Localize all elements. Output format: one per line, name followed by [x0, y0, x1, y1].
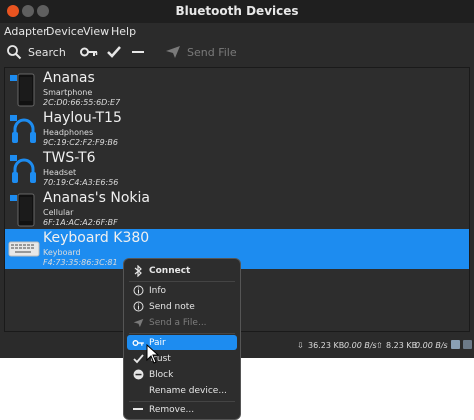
- menu-connect[interactable]: Connect: [127, 263, 237, 278]
- key-icon: [130, 339, 146, 347]
- device-row[interactable]: TWS-T6 Headset 70:19:C4:A3:E6:56: [5, 149, 469, 189]
- device-address: 9C:19:C2:F2:F9:B6: [43, 138, 118, 147]
- key-icon: [80, 47, 98, 57]
- device-name: Haylou-T15: [43, 110, 122, 126]
- menu-send-note-label: Send note: [149, 301, 195, 312]
- device-type: Cellular: [43, 208, 74, 217]
- device-address: 2C:D0:66:55:6D:E7: [43, 98, 121, 107]
- send-icon: [130, 318, 146, 328]
- menu-send-file-label: Send a File...: [149, 317, 207, 328]
- info-icon: [130, 301, 146, 312]
- menu-block-label: Block: [149, 369, 174, 380]
- info-icon: [130, 285, 146, 296]
- device-address: 6F:1A:AC:A2:6F:BF: [43, 218, 118, 227]
- upload-rate: 0.00 B/s: [415, 341, 448, 350]
- block-icon: [130, 369, 146, 380]
- send-icon: [166, 46, 180, 58]
- device-type: Smartphone: [43, 88, 93, 97]
- device-address: F4:73:35:86:3C:81: [43, 258, 118, 267]
- upload-arrow-icon: ⇧: [376, 341, 383, 350]
- cellphone-icon: [10, 193, 35, 227]
- search-label: Search: [28, 45, 66, 59]
- toolbar: Search Send File: [0, 39, 474, 65]
- download-rate: 0.00 B/s: [344, 341, 377, 350]
- adapter-status-icon[interactable]: [451, 340, 460, 351]
- bluetooth-icon: [130, 264, 146, 277]
- menu-send-file[interactable]: Send a File...: [127, 315, 237, 330]
- menu-adapter[interactable]: Adapter: [4, 25, 48, 38]
- smartphone-icon: [10, 73, 35, 107]
- device-row[interactable]: Ananas Smartphone 2C:D0:66:55:6D:E7: [5, 69, 469, 109]
- pair-toolbar-button[interactable]: [80, 43, 98, 61]
- device-row[interactable]: Haylou-T15 Headphones 9C:19:C2:F2:F9:B6: [5, 109, 469, 149]
- mouse-cursor-icon: [146, 344, 160, 364]
- menu-send-note[interactable]: Send note: [127, 299, 237, 314]
- menu-info-label: Info: [149, 285, 167, 296]
- menu-separator: [129, 333, 235, 334]
- keyboard-icon: [8, 241, 40, 257]
- menu-rename-label: Rename device...: [149, 385, 227, 396]
- search-icon: [7, 45, 22, 60]
- menu-rename[interactable]: Rename device...: [127, 383, 237, 398]
- device-type: Keyboard: [43, 248, 81, 257]
- checkmark-icon: [107, 46, 121, 58]
- download-total: 36.23 KB: [308, 341, 345, 350]
- minus-icon: [130, 408, 146, 411]
- headset-icon: [10, 155, 36, 183]
- remove-toolbar-button[interactable]: [131, 43, 145, 61]
- checkmark-icon: [130, 353, 146, 364]
- menu-block[interactable]: Block: [127, 367, 237, 382]
- window-title: Bluetooth Devices: [175, 4, 299, 18]
- menu-device[interactable]: Device: [46, 25, 84, 38]
- device-name: Ananas's Nokia: [43, 190, 150, 206]
- network-icon[interactable]: [463, 340, 472, 351]
- send-file-label: Send File: [187, 45, 237, 59]
- title-bar: Bluetooth Devices: [0, 0, 474, 23]
- device-name: TWS-T6: [43, 150, 96, 166]
- menu-trust[interactable]: Trust: [127, 351, 237, 366]
- menu-bar: Adapter Device View Help: [0, 23, 474, 39]
- device-context-menu: Connect Info Send note Send a File... Pa…: [123, 258, 241, 420]
- trust-toolbar-button[interactable]: [106, 43, 122, 61]
- device-row[interactable]: Ananas's Nokia Cellular 6F:1A:AC:A2:6F:B…: [5, 189, 469, 229]
- menu-view[interactable]: View: [83, 25, 109, 38]
- menu-pair[interactable]: Pair: [127, 335, 237, 350]
- menu-help[interactable]: Help: [111, 25, 136, 38]
- menu-remove[interactable]: Remove...: [127, 402, 237, 417]
- device-address: 70:19:C4:A3:E6:56: [43, 178, 119, 187]
- minus-icon: [132, 51, 144, 53]
- menu-separator: [129, 281, 235, 282]
- device-name: Keyboard K380: [43, 230, 150, 246]
- search-button[interactable]: Search: [6, 43, 66, 61]
- headphones-icon: [10, 115, 36, 143]
- menu-remove-label: Remove...: [149, 404, 195, 415]
- send-file-button[interactable]: Send File: [165, 43, 237, 61]
- upload-total: 8.23 KB: [386, 341, 418, 350]
- menu-connect-label: Connect: [149, 265, 191, 276]
- menu-info[interactable]: Info: [127, 283, 237, 298]
- download-arrow-icon: ⇩: [297, 341, 304, 350]
- device-type: Headphones: [43, 128, 94, 137]
- device-name: Ananas: [43, 70, 95, 86]
- device-type: Headset: [43, 168, 77, 177]
